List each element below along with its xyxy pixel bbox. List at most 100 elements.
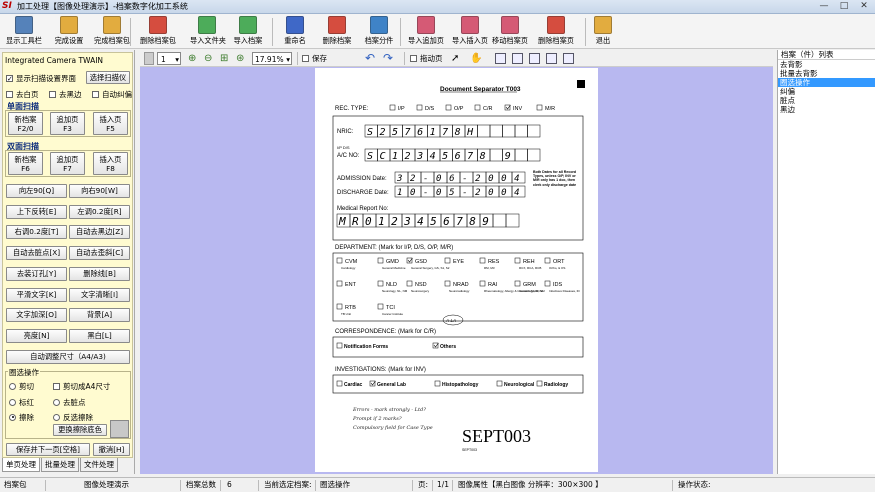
dept-code: REH bbox=[523, 259, 535, 265]
op-button-7[interactable]: 自动去歪斜[C] bbox=[69, 246, 130, 261]
op-button-8[interactable]: 去装订孔[Y] bbox=[6, 266, 67, 281]
op-button-0[interactable]: 向左90[Q] bbox=[6, 184, 67, 198]
handwritten-value: S2576178H bbox=[367, 127, 480, 138]
archive-list-item[interactable]: 脏点 bbox=[778, 96, 875, 105]
op-button-4[interactable]: 右调0.2度[T] bbox=[6, 225, 67, 240]
zoom-select[interactable]: 17.91% ▾ bbox=[252, 52, 292, 65]
toolbar-button-8[interactable]: 档案分件 bbox=[360, 16, 398, 48]
op-button-12[interactable]: 文字加深[O] bbox=[6, 308, 67, 323]
save-next-button[interactable]: 保存并下一页[空格] bbox=[6, 443, 90, 456]
grid-view-icon[interactable] bbox=[563, 53, 574, 64]
op-button-9[interactable]: 删除线[B] bbox=[69, 266, 130, 281]
toolbar-button-9[interactable]: 导入追加页 bbox=[405, 16, 447, 48]
show-scan-ui-checkbox[interactable]: ✓ 显示扫描设置界面 bbox=[6, 73, 76, 84]
rotate-left-icon[interactable]: ↶ bbox=[365, 52, 375, 65]
minimize-button[interactable]: — bbox=[817, 1, 831, 12]
fit-page-icon[interactable]: ⊛ bbox=[236, 52, 244, 65]
inverse-erase-radio[interactable]: 反选擦除 bbox=[53, 412, 93, 423]
toolbar-button-13[interactable]: 退出 bbox=[590, 16, 616, 48]
thumbnail-view-icon[interactable] bbox=[529, 53, 540, 64]
op-button-13[interactable]: 背景[A] bbox=[69, 308, 130, 323]
page-value: 1/1 bbox=[437, 480, 450, 489]
toolbar-button-2[interactable]: 完成档案包 bbox=[90, 16, 134, 48]
archive-list-item[interactable]: 圈选操作 bbox=[778, 78, 875, 87]
dept-sub: Geriatric Medicine bbox=[519, 289, 544, 293]
save-checkbox[interactable]: 保存 bbox=[302, 52, 327, 65]
replace-color-button[interactable]: 更换擦除底色 bbox=[53, 424, 107, 436]
op-button-2[interactable]: 上下反转[E] bbox=[6, 204, 67, 219]
mrn-label: Medical Report No: bbox=[337, 206, 389, 212]
op-button-5[interactable]: 自动去黑边[Z] bbox=[69, 225, 130, 240]
toolbar-button-0[interactable]: 显示工具栏 bbox=[2, 16, 46, 48]
left-panel: Integrated Camera TWAIN ✓ 显示扫描设置界面 选择扫描仪 … bbox=[0, 50, 135, 474]
toolbar-button-6[interactable]: 重命名 bbox=[280, 16, 310, 48]
dept-box bbox=[479, 257, 486, 264]
double-page-view-icon[interactable] bbox=[512, 53, 523, 64]
zoom-in-icon[interactable]: ⊕ bbox=[188, 52, 196, 65]
archive-list-item[interactable]: 批量去背影 bbox=[778, 69, 875, 78]
toolbar-button-3[interactable]: 删除档案包 bbox=[135, 16, 181, 48]
page-icon[interactable] bbox=[144, 52, 154, 65]
append-page-single-button[interactable]: 追加页 F3 bbox=[50, 112, 85, 135]
auto-size-button[interactable]: 自动调整尺寸（A4/A3) bbox=[6, 350, 130, 364]
single-page-view-icon[interactable] bbox=[495, 53, 506, 64]
title-bar: SI 加工处理【图像处理演示】-档案数字化加工系统 — □ ✕ bbox=[0, 0, 875, 14]
op-button-1[interactable]: 向右90[W] bbox=[69, 184, 130, 198]
insert-page-double-button[interactable]: 插入页 F8 bbox=[93, 152, 128, 175]
close-button[interactable]: ✕ bbox=[857, 1, 871, 12]
page-label: 页: bbox=[418, 480, 429, 489]
toolbar-button-7[interactable]: 删除档案 bbox=[318, 16, 356, 48]
op-button-3[interactable]: 左调0.2度[R] bbox=[69, 204, 130, 219]
mark-red-radio[interactable]: 标红 bbox=[9, 397, 34, 408]
dept-sub: Infectious Diseases, ID bbox=[549, 289, 581, 293]
op-button-14[interactable]: 亮度[N] bbox=[6, 328, 67, 343]
archive-list-item[interactable]: 黑边 bbox=[778, 105, 875, 114]
toolbar-button-5[interactable]: 导入档案 bbox=[228, 16, 268, 48]
toolbar-button-4[interactable]: 导入文件夹 bbox=[190, 16, 226, 48]
op-button-10[interactable]: 平滑文字[K] bbox=[6, 287, 67, 302]
toolbar-button-11[interactable]: 移动档案页 bbox=[490, 16, 530, 48]
auto-deskew-checkbox[interactable]: 自动纠偏 bbox=[92, 89, 132, 100]
inv-option: Cardiac bbox=[344, 382, 363, 388]
erase-radio[interactable]: 擦除 bbox=[9, 412, 34, 423]
undo-button[interactable]: 撤消[H] bbox=[93, 443, 130, 456]
new-archive-single-button[interactable]: 新档案 F2/0 bbox=[8, 112, 43, 135]
hand-icon[interactable]: ✋ bbox=[470, 52, 482, 65]
maximize-button[interactable]: □ bbox=[837, 1, 851, 12]
remove-black-checkbox[interactable]: 去黑边 bbox=[49, 89, 82, 100]
dept-box bbox=[544, 257, 551, 264]
tab-1[interactable]: 批量处理 bbox=[41, 458, 79, 472]
erase-color-swatch[interactable] bbox=[110, 420, 129, 438]
remove-white-checkbox[interactable]: 去白页 bbox=[6, 89, 39, 100]
drag-page-checkbox[interactable]: 拖动页 bbox=[410, 52, 443, 65]
archive-list-item[interactable]: 纠偏 bbox=[778, 87, 875, 96]
insert-page-single-button[interactable]: 插入页 F5 bbox=[93, 112, 128, 135]
choose-scanner-button[interactable]: 选择扫描仪 bbox=[86, 71, 130, 84]
toolbar-button-10[interactable]: 导入插入页 bbox=[450, 16, 490, 48]
zoom-out-icon[interactable]: ⊖ bbox=[204, 52, 212, 65]
op-button-6[interactable]: 自动去脏点[X] bbox=[6, 246, 67, 261]
list-view-icon[interactable] bbox=[546, 53, 557, 64]
rotate-right-icon[interactable]: ↷ bbox=[383, 52, 393, 65]
op-button-11[interactable]: 文字清晰[I] bbox=[69, 287, 130, 302]
toolbar-button-1[interactable]: 完成设置 bbox=[50, 16, 88, 48]
remove-dots-radio[interactable]: 去脏点 bbox=[53, 397, 86, 408]
toolbar-button-12[interactable]: 删除档案页 bbox=[533, 16, 579, 48]
tab-2[interactable]: 文件处理 bbox=[80, 458, 118, 472]
inv-option: Radiology bbox=[544, 382, 568, 388]
document-image[interactable]: Document Separator T003 REC. TYPE: I/P D/… bbox=[315, 68, 598, 472]
append-page-double-button[interactable]: 追加页 F7 bbox=[50, 152, 85, 175]
cut-radio[interactable]: 剪切 bbox=[9, 381, 34, 392]
page-select[interactable]: 1 ▾ bbox=[157, 52, 181, 65]
archive-list-item[interactable]: 去背影 bbox=[778, 60, 875, 69]
app-logo: SI bbox=[2, 1, 12, 11]
tab-0[interactable]: 单页处理 bbox=[2, 458, 40, 472]
rec-option-label: C/R bbox=[483, 106, 493, 112]
op-button-15[interactable]: 黑白[L] bbox=[69, 328, 130, 343]
new-archive-double-button[interactable]: 新档案 F6 bbox=[8, 152, 43, 175]
import-append-page-icon bbox=[417, 16, 435, 34]
cut-a4-checkbox[interactable]: 剪切成A4尺寸 bbox=[53, 381, 110, 392]
fit-width-icon[interactable]: ⊞ bbox=[220, 52, 228, 65]
pointer-icon[interactable]: ➚ bbox=[451, 52, 459, 65]
dept-sub: Cardiology bbox=[341, 266, 356, 270]
